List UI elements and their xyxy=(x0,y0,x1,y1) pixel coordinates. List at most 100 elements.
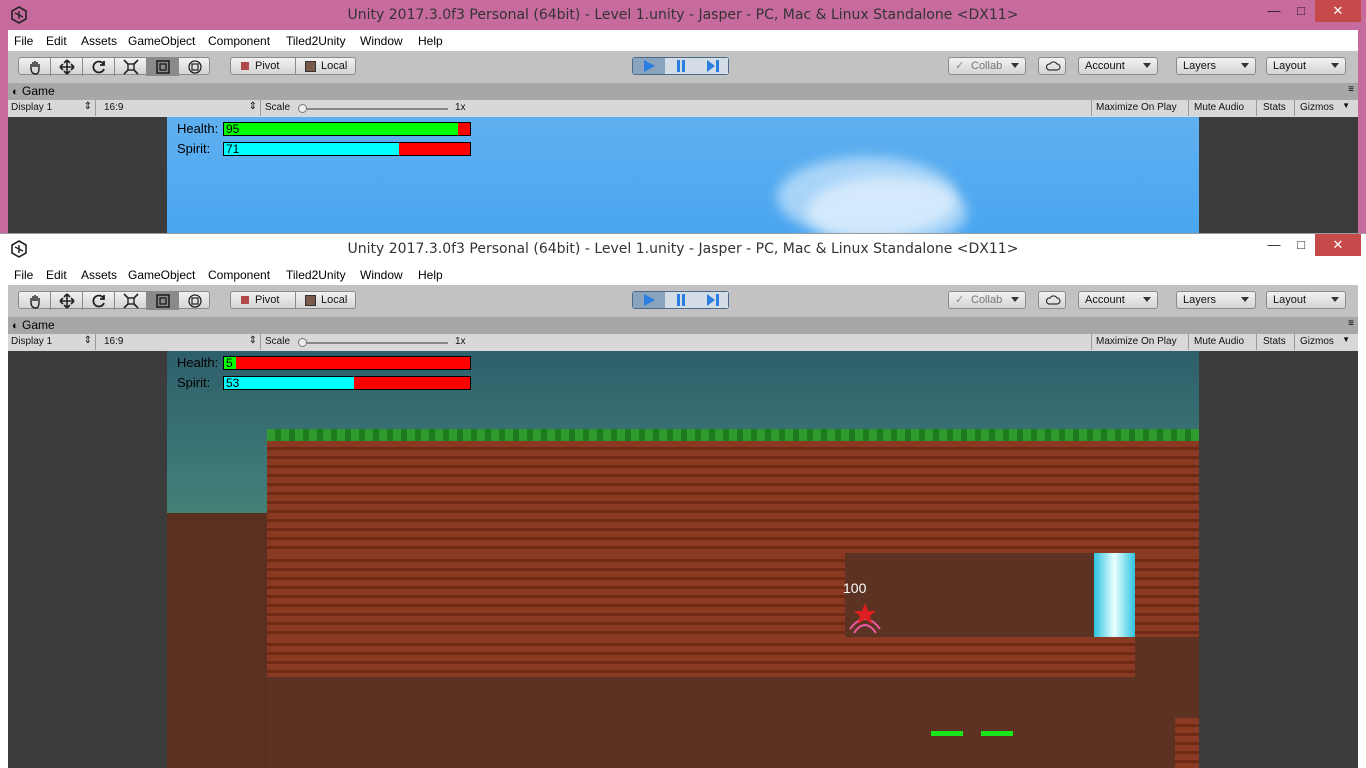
game-tab-bar: ◐ Game ≡ xyxy=(8,317,1358,334)
layers-dropdown[interactable]: Layers xyxy=(1176,57,1256,75)
pivot-button[interactable]: Pivot xyxy=(231,292,296,308)
menu-window[interactable]: Window xyxy=(360,34,403,48)
minimize-button[interactable]: — xyxy=(1260,234,1288,256)
menu-file[interactable]: File xyxy=(14,268,33,282)
rotate-tool-icon[interactable] xyxy=(83,292,115,310)
stats-toggle[interactable]: Stats xyxy=(1257,334,1295,350)
maximize-on-play-toggle[interactable]: Maximize On Play xyxy=(1091,334,1189,350)
local-button[interactable]: Local xyxy=(295,292,355,308)
scale-slider-knob[interactable] xyxy=(298,104,307,113)
aspect-dropdown[interactable]: 16:9 ⇕ xyxy=(101,100,261,116)
cloud-button[interactable] xyxy=(1038,57,1066,75)
play-button[interactable] xyxy=(633,58,666,74)
menu-component[interactable]: Component xyxy=(208,268,270,282)
game-viewport[interactable]: 100 Health: 5 Spirit: 53 xyxy=(8,351,1358,768)
rotate-tool-icon[interactable] xyxy=(83,58,115,76)
hand-tool-icon[interactable] xyxy=(19,58,51,76)
mute-audio-label: Mute Audio xyxy=(1194,336,1245,347)
layers-dropdown[interactable]: Layers xyxy=(1176,291,1256,309)
tab-game[interactable]: ◐ Game xyxy=(12,318,55,332)
move-tool-icon[interactable] xyxy=(51,292,83,310)
spirit-bar: 71 xyxy=(223,142,471,156)
menu-window[interactable]: Window xyxy=(360,268,403,282)
maximize-on-play-toggle[interactable]: Maximize On Play xyxy=(1091,100,1189,116)
play-button[interactable] xyxy=(633,292,666,308)
hand-tool-icon[interactable] xyxy=(19,292,51,310)
cloud-button[interactable] xyxy=(1038,291,1066,309)
game-viewport[interactable]: Health: 95 Spirit: 71 xyxy=(8,117,1358,233)
grass-strip xyxy=(267,429,1199,441)
menu-help[interactable]: Help xyxy=(418,268,443,282)
title-bar[interactable]: Unity 2017.3.0f3 Personal (64bit) - Leve… xyxy=(0,234,1366,264)
menu-edit[interactable]: Edit xyxy=(46,268,67,282)
scale-tool-icon[interactable] xyxy=(115,58,147,76)
maximize-button[interactable]: □ xyxy=(1287,0,1315,22)
tab-menu-icon[interactable]: ≡ xyxy=(1348,84,1354,95)
menu-gameobject[interactable]: GameObject xyxy=(128,34,195,48)
gizmos-dropdown[interactable]: Gizmos ▼ xyxy=(1295,100,1353,116)
title-bar[interactable]: Unity 2017.3.0f3 Personal (64bit) - Leve… xyxy=(0,0,1366,30)
transform-tool-icon[interactable] xyxy=(179,58,211,76)
rect-tool-icon[interactable] xyxy=(147,292,179,310)
menu-component[interactable]: Component xyxy=(208,34,270,48)
layout-dropdown[interactable]: Layout xyxy=(1266,291,1346,309)
account-dropdown[interactable]: Account xyxy=(1078,291,1158,309)
menu-assets[interactable]: Assets xyxy=(81,268,117,282)
move-tool-icon[interactable] xyxy=(51,58,83,76)
mute-audio-toggle[interactable]: Mute Audio xyxy=(1189,334,1257,350)
gizmos-dropdown[interactable]: Gizmos ▼ xyxy=(1295,334,1353,350)
scale-slider[interactable] xyxy=(300,108,448,110)
pause-button[interactable] xyxy=(665,292,698,308)
cloud-icon xyxy=(1045,295,1061,305)
scale-slider[interactable] xyxy=(300,342,448,344)
close-button[interactable]: ✕ xyxy=(1315,0,1361,22)
close-button[interactable]: ✕ xyxy=(1315,234,1361,256)
menu-file[interactable]: File xyxy=(14,34,33,48)
display-dropdown[interactable]: Display 1 ⇕ xyxy=(8,100,96,116)
unity-window-back[interactable]: Unity 2017.3.0f3 Personal (64bit) - Leve… xyxy=(0,0,1366,233)
pause-button[interactable] xyxy=(665,58,698,74)
aspect-dropdown[interactable]: 16:9 ⇕ xyxy=(101,334,261,350)
transform-tool-icon[interactable] xyxy=(179,292,211,310)
pivot-icon xyxy=(241,296,249,304)
minimize-button[interactable]: — xyxy=(1260,0,1288,22)
menu-gameobject[interactable]: GameObject xyxy=(128,268,195,282)
spirit-value: 71 xyxy=(226,142,240,156)
menu-tiled2unity[interactable]: Tiled2Unity xyxy=(286,268,346,282)
stats-label: Stats xyxy=(1263,336,1286,347)
step-button[interactable] xyxy=(697,58,728,74)
layout-dropdown[interactable]: Layout xyxy=(1266,57,1346,75)
stats-toggle[interactable]: Stats xyxy=(1257,100,1295,116)
scale-tool-icon[interactable] xyxy=(115,292,147,310)
maximize-button[interactable]: □ xyxy=(1287,234,1315,256)
collab-dropdown[interactable]: ✓ Collab xyxy=(948,291,1026,309)
unity-window-front[interactable]: Unity 2017.3.0f3 Personal (64bit) - Leve… xyxy=(0,233,1366,768)
pivot-button[interactable]: Pivot xyxy=(231,58,296,74)
local-label: Local xyxy=(321,294,348,306)
health-bar: 95 xyxy=(223,122,471,136)
local-button[interactable]: Local xyxy=(295,58,355,74)
menu-edit[interactable]: Edit xyxy=(46,34,67,48)
mute-audio-label: Mute Audio xyxy=(1194,102,1245,113)
play-icon xyxy=(644,60,655,72)
mute-audio-toggle[interactable]: Mute Audio xyxy=(1189,100,1257,116)
tab-menu-icon[interactable]: ≡ xyxy=(1348,318,1354,329)
spirit-bar: 53 xyxy=(223,376,471,390)
tab-game[interactable]: ◐ Game xyxy=(12,84,55,98)
main-toolbar: Pivot Local ✓ Collab Account Layers Layo… xyxy=(8,51,1358,84)
account-dropdown[interactable]: Account xyxy=(1078,57,1158,75)
scale-slider-knob[interactable] xyxy=(298,338,307,347)
chevron-down-icon xyxy=(1331,63,1339,68)
menu-assets[interactable]: Assets xyxy=(81,34,117,48)
spirit-bar-fill xyxy=(224,377,355,389)
menu-help[interactable]: Help xyxy=(418,34,443,48)
display-dropdown[interactable]: Display 1 ⇕ xyxy=(8,334,96,350)
menu-tiled2unity[interactable]: Tiled2Unity xyxy=(286,34,346,48)
play-controls xyxy=(632,291,729,309)
collab-dropdown[interactable]: ✓ Collab xyxy=(948,57,1026,75)
step-button[interactable] xyxy=(697,292,728,308)
rect-tool-icon[interactable] xyxy=(147,58,179,76)
updown-icon: ⇕ xyxy=(248,335,257,346)
scale-label: Scale xyxy=(265,336,291,347)
game-scene: 100 Health: 5 Spirit: 53 xyxy=(167,351,1199,768)
